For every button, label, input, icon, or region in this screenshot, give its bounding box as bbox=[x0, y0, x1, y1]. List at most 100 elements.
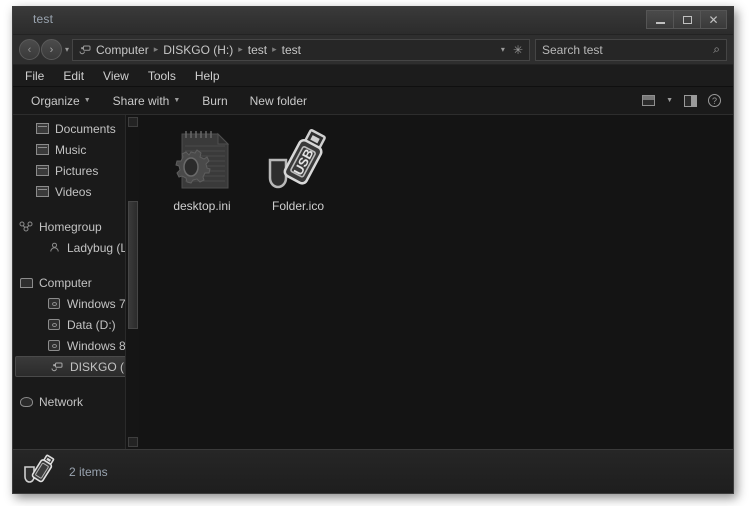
maximize-button[interactable] bbox=[673, 10, 700, 29]
explorer-window: test ✕ ‹ › ▾ Computer ▸ DISKGO (H:) ▸ te… bbox=[12, 6, 734, 494]
new-folder-button[interactable]: New folder bbox=[250, 94, 307, 108]
burn-button[interactable]: Burn bbox=[202, 94, 227, 108]
list-item[interactable]: desktop.ini bbox=[154, 121, 250, 225]
computer-icon bbox=[19, 276, 33, 289]
sidebar-item-label: Homegroup bbox=[39, 219, 102, 234]
sidebar-item-windows-81[interactable]: Windows 8.1 bbox=[13, 335, 139, 356]
page-title: test bbox=[33, 12, 54, 26]
share-with-label: Share with bbox=[112, 93, 170, 108]
disk-icon bbox=[47, 297, 61, 310]
minimize-button[interactable] bbox=[646, 10, 673, 29]
sidebar-item-diskgo[interactable]: DISKGO (H:) bbox=[15, 356, 139, 377]
sidebar-item-label: Computer bbox=[39, 275, 92, 290]
usb-drive-icon bbox=[23, 453, 57, 490]
desktop-background: test ✕ ‹ › ▾ Computer ▸ DISKGO (H:) ▸ te… bbox=[0, 0, 750, 506]
navigation-bar: ‹ › ▾ Computer ▸ DISKGO (H:) ▸ test ▸ te… bbox=[13, 35, 733, 65]
command-toolbar: Organize ▼ Share with ▼ Burn New folder … bbox=[13, 87, 733, 115]
breadcrumb-item-2[interactable]: test bbox=[248, 43, 267, 57]
organize-button[interactable]: Organize ▼ bbox=[31, 94, 91, 108]
scroll-down-icon[interactable] bbox=[128, 437, 138, 447]
breadcrumb-item-1[interactable]: DISKGO (H:) bbox=[163, 43, 233, 57]
menu-item-view[interactable]: View bbox=[103, 69, 129, 83]
sidebar-item-label: Music bbox=[55, 142, 87, 157]
scrollbar-thumb[interactable] bbox=[128, 201, 138, 329]
breadcrumb-separator: ▸ bbox=[272, 44, 277, 54]
address-bar-actions: ▾ ✳ bbox=[501, 43, 525, 57]
search-input[interactable]: Search test ⌕ bbox=[535, 38, 727, 61]
title-bar[interactable]: test ✕ bbox=[13, 7, 733, 35]
search-placeholder: Search test bbox=[542, 42, 603, 57]
maximize-icon bbox=[682, 15, 692, 24]
library-icon bbox=[35, 143, 49, 156]
sidebar-item-label: Pictures bbox=[55, 163, 99, 178]
back-button[interactable]: ‹ bbox=[19, 39, 40, 60]
homegroup-icon bbox=[19, 220, 33, 233]
disk-icon bbox=[47, 318, 61, 331]
window-controls: ✕ bbox=[646, 10, 727, 29]
usb-drive-icon bbox=[50, 360, 64, 373]
scroll-up-icon[interactable] bbox=[128, 117, 138, 127]
chevron-left-icon: ‹ bbox=[27, 43, 32, 56]
sidebar-item-label: Network bbox=[39, 394, 84, 409]
chevron-down-icon: ▼ bbox=[83, 97, 91, 104]
sidebar-item-pictures[interactable]: Pictures bbox=[13, 160, 139, 181]
breadcrumb-separator: ▸ bbox=[238, 44, 243, 54]
new-folder-label: New folder bbox=[249, 93, 307, 108]
address-bar[interactable]: Computer ▸ DISKGO (H:) ▸ test ▸ test ▾ ✳ bbox=[72, 38, 530, 61]
menu-bar: File Edit View Tools Help bbox=[13, 65, 733, 87]
organize-label: Organize bbox=[31, 93, 80, 108]
sidebar-item-music[interactable]: Music bbox=[13, 139, 139, 160]
sidebar-item-videos[interactable]: Videos bbox=[13, 181, 139, 202]
menu-item-edit[interactable]: Edit bbox=[63, 69, 84, 83]
library-icon bbox=[35, 164, 49, 177]
chevron-down-icon[interactable]: ▼ bbox=[666, 97, 673, 104]
file-name: desktop.ini bbox=[173, 199, 231, 213]
file-list-view[interactable]: desktop.ini USB Folder.ico bbox=[142, 115, 733, 449]
history-dropdown-button[interactable]: ▾ bbox=[65, 45, 69, 54]
sidebar-item-network[interactable]: Network bbox=[13, 391, 139, 412]
file-name: Folder.ico bbox=[271, 199, 325, 213]
breadcrumb-item-3[interactable]: test bbox=[282, 43, 301, 57]
refresh-icon[interactable]: ✳ bbox=[513, 43, 523, 57]
ini-config-file-icon bbox=[166, 127, 238, 195]
library-icon bbox=[35, 185, 49, 198]
toolbar-right-actions: ▼ ? bbox=[642, 94, 725, 107]
sidebar-item-windows-7[interactable]: Windows 7 ( bbox=[13, 293, 139, 314]
sidebar-item-label: Data (D:) bbox=[67, 317, 116, 332]
navigation-pane: Documents Music Pictures Videos Homegrou… bbox=[13, 115, 139, 449]
sidebar-item-data-d[interactable]: Data (D:) bbox=[13, 314, 139, 335]
usb-drive-icon: USB bbox=[262, 127, 334, 195]
share-with-button[interactable]: Share with ▼ bbox=[113, 94, 181, 108]
usb-drive-icon bbox=[79, 44, 92, 56]
menu-item-help[interactable]: Help bbox=[195, 69, 220, 83]
chevron-down-icon[interactable]: ▾ bbox=[501, 45, 505, 54]
minimize-icon bbox=[655, 21, 665, 24]
network-icon bbox=[19, 395, 33, 408]
status-text: 2 items bbox=[69, 464, 108, 479]
chevron-right-icon: › bbox=[49, 43, 54, 56]
view-mode-icon[interactable] bbox=[642, 95, 656, 106]
breadcrumb-item-0[interactable]: Computer bbox=[96, 43, 149, 57]
sidebar-scrollbar[interactable] bbox=[125, 115, 139, 449]
chevron-down-icon: ▼ bbox=[173, 97, 181, 104]
search-icon: ⌕ bbox=[713, 42, 720, 56]
sidebar-item-computer[interactable]: Computer bbox=[13, 272, 139, 293]
close-button[interactable]: ✕ bbox=[700, 10, 727, 29]
sidebar-item-documents[interactable]: Documents bbox=[13, 118, 139, 139]
user-icon bbox=[47, 241, 61, 254]
list-item[interactable]: USB Folder.ico bbox=[250, 121, 346, 225]
disk-icon bbox=[47, 339, 61, 352]
sidebar-item-ladybug[interactable]: Ladybug (LA bbox=[13, 237, 139, 258]
status-bar: 2 items bbox=[13, 449, 733, 493]
forward-button[interactable]: › bbox=[41, 39, 62, 60]
preview-pane-icon[interactable] bbox=[684, 94, 697, 107]
menu-item-file[interactable]: File bbox=[25, 69, 44, 83]
breadcrumb-separator: ▸ bbox=[153, 44, 159, 54]
menu-item-tools[interactable]: Tools bbox=[148, 69, 176, 83]
help-icon[interactable]: ? bbox=[708, 94, 721, 107]
library-icon bbox=[35, 122, 49, 135]
sidebar-item-homegroup[interactable]: Homegroup bbox=[13, 216, 139, 237]
